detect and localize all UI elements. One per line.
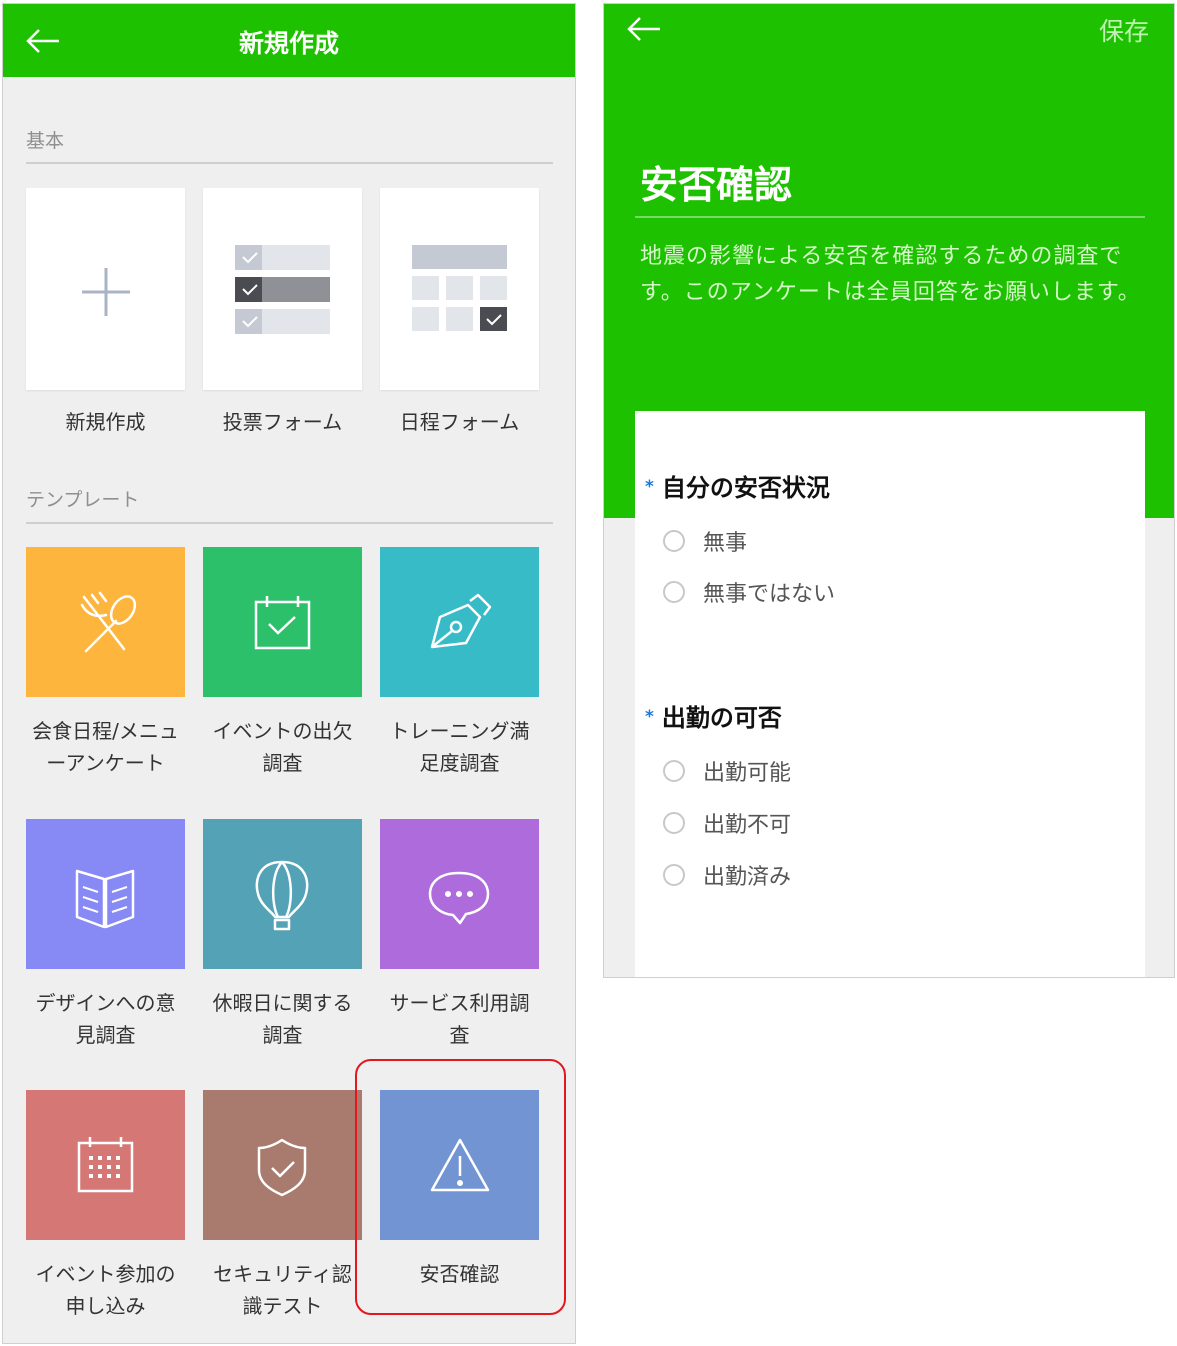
page-title: 新規作成	[238, 29, 339, 58]
required-mark: *	[645, 707, 654, 727]
template-label: イベント参加の 申し込み	[35, 1262, 176, 1318]
radio-button[interactable]	[663, 812, 685, 834]
shield-check-icon	[257, 1138, 307, 1197]
card-schedule-form[interactable]	[380, 188, 539, 390]
form-description[interactable]: 地震の影響による安否を確認するための調査です。このアンケートは全員回答をお願いし…	[640, 239, 1145, 311]
template-event-attendance[interactable]	[203, 547, 362, 697]
card-label: 投票フォーム	[222, 410, 343, 434]
template-label: 会食日程/メニュ ーアンケート	[32, 719, 179, 775]
question-card: * 自分の安否状況 無事 無事ではない * 出勤の可否 出勤可能 出勤不可 出勤済み	[635, 411, 1145, 977]
radio-option[interactable]: 出勤済み	[663, 861, 791, 890]
template-label: 休暇日に関する 調査	[212, 991, 353, 1047]
card-vote-form[interactable]	[203, 188, 362, 390]
open-book-icon	[75, 869, 135, 929]
calendar-grid-icon	[77, 1137, 134, 1193]
template-label: サービス利用調査	[389, 991, 530, 1047]
divider	[635, 216, 1145, 218]
back-arrow-icon[interactable]	[626, 15, 662, 43]
card-label: 新規作成	[65, 410, 146, 434]
checklist-icon	[235, 245, 330, 334]
section-label-basic: 基本	[26, 130, 65, 152]
pen-nib-icon	[430, 593, 492, 649]
fork-spoon-icon	[80, 591, 137, 653]
divider	[26, 162, 553, 164]
template-label: セキュリティ認 識テスト	[213, 1262, 352, 1318]
hot-air-balloon-icon	[255, 860, 309, 931]
required-mark: *	[645, 477, 654, 497]
divider	[26, 522, 553, 524]
template-training-satisfaction[interactable]	[380, 547, 539, 697]
template-event-registration[interactable]	[26, 1090, 185, 1240]
radio-option[interactable]: 出勤不可	[663, 809, 791, 838]
card-label: 日程フォーム	[399, 410, 520, 434]
template-design-opinion[interactable]	[26, 819, 185, 969]
card-new[interactable]	[26, 188, 185, 390]
radio-option[interactable]: 出勤可能	[663, 757, 791, 786]
template-label: イベントの出欠 調査	[212, 719, 353, 775]
template-security-test[interactable]	[203, 1090, 362, 1240]
radio-button[interactable]	[663, 530, 685, 552]
question-title: * 出勤の可否	[645, 704, 782, 732]
radio-option[interactable]: 無事ではない	[663, 578, 835, 607]
radio-button[interactable]	[663, 864, 685, 886]
schedule-grid-icon	[412, 245, 507, 331]
radio-option[interactable]: 無事	[663, 527, 747, 556]
template-service-usage[interactable]	[380, 819, 539, 969]
template-holiday-survey[interactable]	[203, 819, 362, 969]
template-dinner-menu[interactable]	[26, 547, 185, 697]
plus-icon	[82, 268, 130, 316]
highlight-frame	[355, 1059, 566, 1315]
form-title[interactable]: 安否確認	[640, 154, 792, 209]
save-button[interactable]: 保存	[1099, 12, 1149, 48]
radio-button[interactable]	[663, 760, 685, 782]
section-label-template: テンプレート	[26, 489, 140, 511]
calendar-check-icon	[254, 596, 311, 650]
template-label: トレーニング満 足度調査	[389, 719, 530, 775]
form-preview-screen: 保存 安否確認 地震の影響による安否を確認するための調査です。このアンケートは全…	[603, 3, 1175, 978]
radio-button[interactable]	[663, 581, 685, 603]
template-label: デザインへの意 見調査	[35, 991, 176, 1047]
question-title: * 自分の安否状況	[645, 474, 830, 502]
speech-bubble-icon	[428, 871, 490, 925]
header-bar: 新規作成	[3, 4, 575, 77]
